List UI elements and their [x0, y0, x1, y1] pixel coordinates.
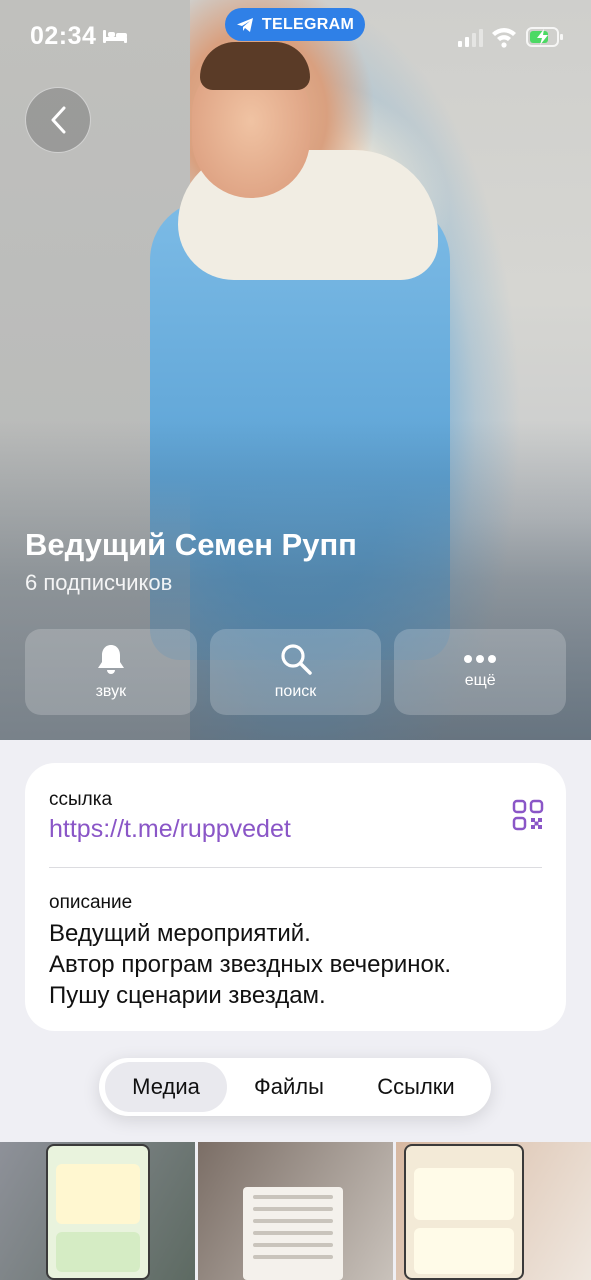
sleep-focus-icon — [103, 30, 127, 43]
more-button[interactable]: ещё — [394, 629, 567, 715]
subscriber-count: 6 подписчиков — [25, 570, 173, 595]
description-line: Пушу сценарии звездам. — [49, 982, 326, 1009]
tab-media[interactable]: Медиа — [105, 1062, 227, 1112]
chevron-left-icon — [51, 106, 66, 134]
tab-links[interactable]: Ссылки — [351, 1062, 481, 1112]
back-button[interactable] — [25, 87, 91, 153]
description-label: описание — [49, 892, 133, 913]
search-button[interactable]: поиск — [209, 629, 382, 715]
more-icon — [464, 655, 497, 663]
tab-files[interactable]: Файлы — [227, 1062, 351, 1112]
info-divider — [49, 867, 542, 868]
cellular-signal-icon — [458, 29, 483, 47]
return-to-telegram-pill[interactable]: TELEGRAM — [225, 8, 365, 41]
telegram-plane-icon — [236, 17, 253, 32]
chat-screenshot-image — [46, 1144, 150, 1280]
description-line: Автор програм звездных вечеринок. — [49, 951, 451, 978]
bell-icon — [97, 645, 124, 674]
return-to-app-label: TELEGRAM — [261, 15, 355, 33]
description-line: Ведущий мероприятий. — [49, 920, 311, 947]
sound-button-label: звук — [95, 683, 127, 700]
status-time: 02:34 — [30, 22, 97, 50]
profile-actions: звук поиск ещё — [25, 629, 567, 715]
more-button-label: ещё — [464, 672, 496, 689]
channel-info-card: ссылка https://t.me/ruppvedet описание В… — [25, 763, 566, 1031]
channel-description: Ведущий мероприятий. Автор програм звезд… — [49, 918, 451, 1011]
channel-name: Ведущий Семен Рупп — [25, 527, 357, 562]
review-paper-image — [243, 1187, 343, 1280]
sound-button[interactable]: звук — [25, 629, 197, 715]
chat-screenshot-image — [404, 1144, 524, 1280]
battery-charging-icon — [526, 27, 563, 47]
search-button-label: поиск — [274, 683, 317, 700]
search-icon — [280, 644, 312, 675]
wifi-icon — [492, 28, 516, 48]
media-thumbnail[interactable] — [198, 1142, 393, 1280]
media-grid — [0, 1142, 591, 1280]
channel-link[interactable]: https://t.me/ruppvedet — [49, 815, 291, 844]
link-label: ссылка — [49, 789, 113, 810]
qr-code-icon[interactable] — [512, 799, 544, 831]
status-bar: 02:34 TELEGRAM — [0, 0, 591, 76]
media-tabs: Медиа Файлы Ссылки — [99, 1058, 491, 1116]
media-thumbnail[interactable] — [0, 1142, 195, 1280]
media-thumbnail[interactable] — [396, 1142, 591, 1280]
